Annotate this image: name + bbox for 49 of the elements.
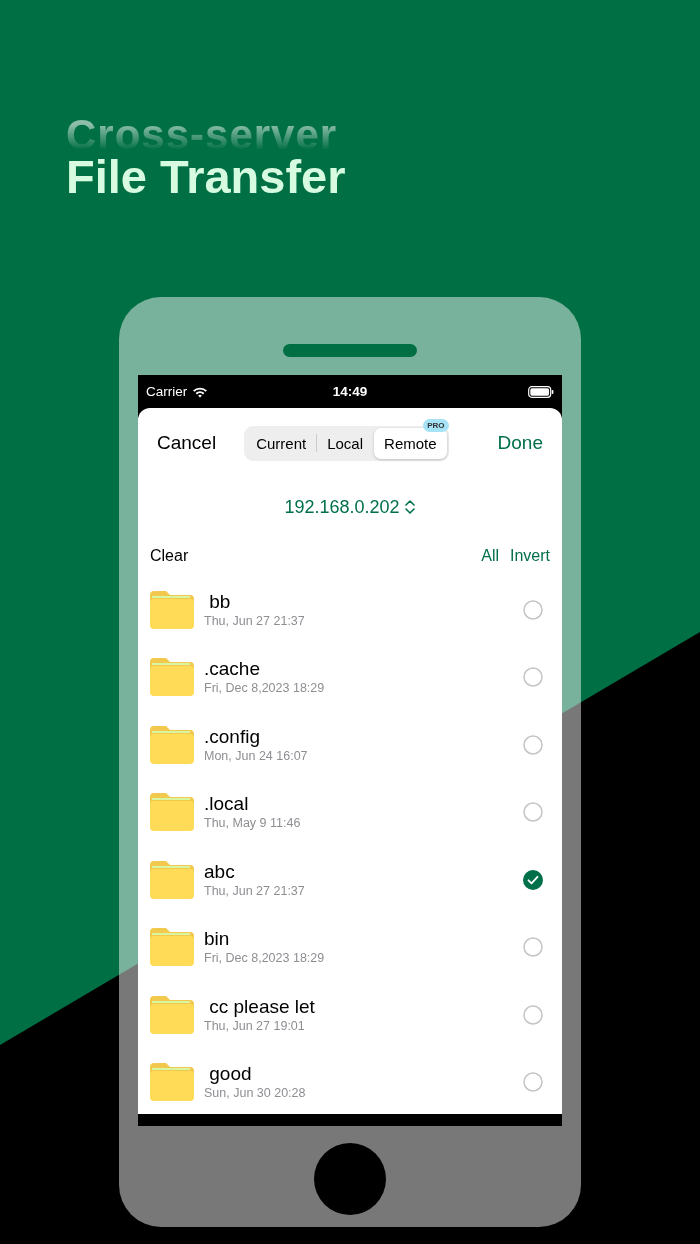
file-name: .local [204,793,249,816]
file-name: bin [204,928,230,951]
segment-tab[interactable]: Local [317,427,374,459]
file-date: Thu, May 9 11:46 [204,815,301,832]
folder-icon [150,860,194,899]
wifi-icon [192,385,209,398]
file-date: Thu, Jun 27 19:01 [204,1017,305,1034]
folder-icon [150,1063,194,1102]
file-name: good [208,1063,252,1086]
empty-circle-icon[interactable] [523,1004,543,1025]
invert-button[interactable]: Invert [510,547,550,565]
clock-time: 14:49 [332,384,368,399]
file-name: abc [204,860,235,883]
done-button[interactable]: Done [497,432,543,454]
cancel-button[interactable]: Cancel [157,432,217,454]
checked-circle-icon[interactable] [523,869,543,890]
battery-icon [528,385,554,398]
segment-tab[interactable]: Remote [374,427,447,459]
segment-tab[interactable]: Current [246,427,317,459]
folder-icon [150,590,194,629]
carrier-label: Carrier [146,384,188,399]
folder-icon [150,995,194,1034]
file-name: .config [204,725,260,748]
file-date: Thu, Jun 27 21:37 [204,612,305,629]
file-name: bb [208,590,231,613]
folder-icon [150,725,194,764]
empty-circle-icon[interactable] [523,937,543,958]
file-date: Sun, Jun 30 20:28 [204,1085,306,1102]
file-date: Fri, Dec 8,2023 18:29 [204,950,325,967]
folder-icon [150,658,194,697]
headline-overline: Cross-server [66,118,338,152]
pro-badge: PRO [423,418,449,432]
folder-icon [150,793,194,832]
select-all-button[interactable]: All [481,547,499,565]
empty-circle-icon[interactable] [523,599,543,620]
empty-circle-icon[interactable] [523,667,543,688]
clear-button[interactable]: Clear [150,547,189,565]
file-name: cc please let [208,995,315,1018]
file-name: .cache [204,658,260,681]
server-address[interactable]: 192.168.0.202 [284,496,400,518]
file-date: Thu, Jun 27 21:37 [204,882,305,899]
chevron-up-down-icon[interactable] [403,500,416,514]
folder-icon [150,928,194,967]
file-date: Mon, Jun 24 16:07 [204,747,308,764]
file-date: Fri, Dec 8,2023 18:29 [204,680,325,697]
empty-circle-icon[interactable] [523,734,543,755]
headline-title: File Transfer [66,152,346,202]
empty-circle-icon[interactable] [523,1072,543,1093]
empty-circle-icon[interactable] [523,802,543,823]
